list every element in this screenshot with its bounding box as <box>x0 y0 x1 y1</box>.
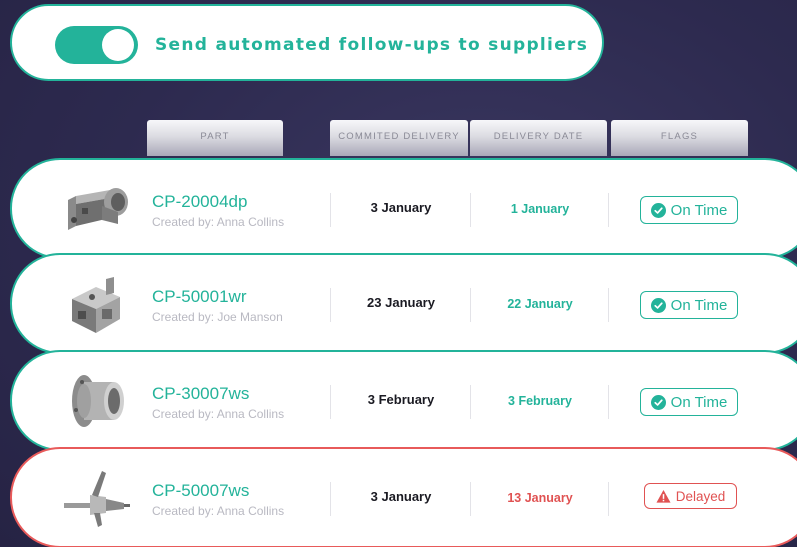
check-circle-icon <box>650 202 666 218</box>
toggle-knob <box>102 29 134 61</box>
table-row[interactable]: CP-30007ws Created by: Anna Collins 3 Fe… <box>10 350 797 451</box>
column-header-committed-delivery[interactable]: COMMITED DELIVERY <box>330 120 468 156</box>
column-divider <box>470 288 471 322</box>
status-badge: On Time <box>640 388 738 416</box>
committed-delivery-date: 3 January <box>370 489 432 504</box>
part-id[interactable]: CP-50007ws <box>152 481 249 501</box>
flange-part-icon <box>72 375 124 427</box>
status-badge-label: On Time <box>670 296 728 314</box>
status-badge-label: On Time <box>670 393 728 411</box>
delivery-date: 13 January <box>507 491 573 505</box>
column-divider <box>330 193 331 227</box>
part-creator: Created by: Anna Collins <box>152 407 285 421</box>
table-row[interactable]: CP-50001wr Created by: Joe Manson 23 Jan… <box>10 253 797 354</box>
check-circle-icon <box>650 297 666 313</box>
delivery-date: 1 January <box>510 202 570 216</box>
follow-up-toggle-card: Send automated follow-ups to suppliers <box>10 4 604 81</box>
committed-delivery-date: 23 January <box>367 295 435 310</box>
column-header-flags[interactable]: FLAGS <box>611 120 748 156</box>
part-creator: Created by: Anna Collins <box>152 215 285 229</box>
follow-up-toggle-switch[interactable] <box>55 26 138 64</box>
warning-triangle-icon <box>656 489 671 503</box>
part-id[interactable]: CP-20004dp <box>152 192 247 212</box>
part-creator: Created by: Joe Manson <box>152 310 283 324</box>
column-divider <box>470 385 471 419</box>
block-part-icon <box>72 277 120 333</box>
column-divider <box>608 385 609 419</box>
shaft-part-icon <box>64 471 130 527</box>
column-header-delivery-date[interactable]: DELIVERY DATE <box>470 120 607 156</box>
status-badge: On Time <box>640 291 738 319</box>
delivery-date: 22 January <box>507 297 573 311</box>
status-badge: Delayed <box>644 483 737 509</box>
column-divider <box>330 482 331 516</box>
column-divider <box>608 482 609 516</box>
committed-delivery-date: 3 February <box>367 392 435 407</box>
table-row[interactable]: CP-50007ws Created by: Anna Collins 3 Ja… <box>10 447 797 547</box>
part-id[interactable]: CP-30007ws <box>152 384 249 404</box>
part-id[interactable]: CP-50001wr <box>152 287 247 307</box>
follow-up-toggle-label: Send automated follow-ups to suppliers <box>155 35 589 55</box>
column-divider <box>608 288 609 322</box>
status-badge-label: Delayed <box>675 488 726 504</box>
column-divider <box>470 482 471 516</box>
table-row[interactable]: CP-20004dp Created by: Anna Collins 3 Ja… <box>10 158 797 259</box>
status-badge-label: On Time <box>670 201 728 219</box>
delivery-date: 3 February <box>508 394 572 408</box>
column-header-part[interactable]: PART <box>147 120 283 156</box>
column-divider <box>608 193 609 227</box>
column-divider <box>330 288 331 322</box>
part-creator: Created by: Anna Collins <box>152 504 285 518</box>
bracket-part-icon <box>68 188 128 230</box>
column-divider <box>470 193 471 227</box>
status-badge: On Time <box>640 196 738 224</box>
column-divider <box>330 385 331 419</box>
check-circle-icon <box>650 394 666 410</box>
committed-delivery-date: 3 January <box>370 200 432 215</box>
